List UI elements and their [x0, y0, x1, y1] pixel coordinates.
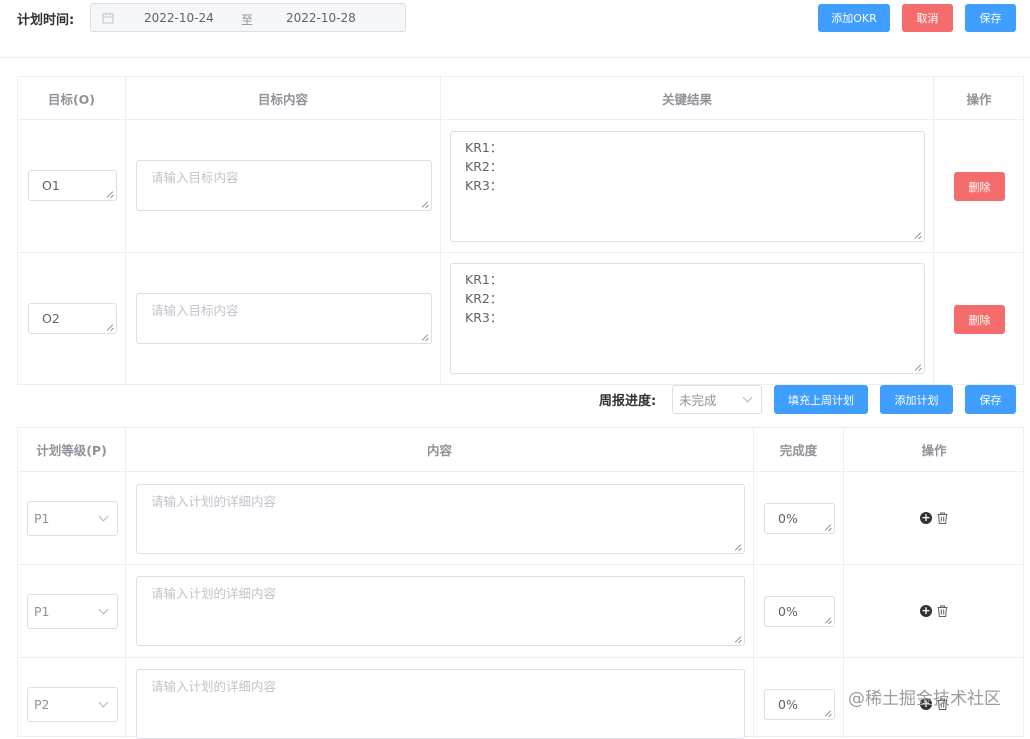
textarea-placeholder: 请输入计划的详细内容 — [151, 679, 277, 694]
resize-handle[interactable] — [108, 325, 114, 331]
okr-table: 目标(O) 目标内容 关键结果 操作 O1 请输入目标内容 KR1： KR2： … — [17, 76, 1024, 385]
plus-circle-icon[interactable]: + — [920, 512, 932, 524]
weekly-progress-label: 周报进度: — [599, 394, 657, 409]
plan-col-divider — [753, 428, 754, 738]
textarea-placeholder: 请输入目标内容 — [151, 170, 239, 185]
textarea-placeholder: 请输入计划的详细内容 — [151, 494, 277, 509]
resize-handle[interactable] — [916, 233, 922, 239]
add-plan-button[interactable]: 添加计划 — [880, 385, 953, 414]
resize-handle[interactable] — [736, 545, 742, 551]
key-results-text: KR1： KR2： KR3： — [465, 140, 503, 193]
calendar-icon — [102, 12, 114, 24]
resize-handle[interactable] — [423, 202, 429, 208]
okr-row-divider — [18, 119, 1023, 120]
key-results-text: KR1： KR2： KR3： — [465, 272, 503, 325]
okr-col-divider — [440, 77, 441, 384]
plus-circle-icon[interactable]: + — [920, 605, 932, 617]
plan-row-divider — [18, 471, 1023, 472]
plan-content-textarea[interactable]: 请输入计划的详细内容 — [136, 669, 745, 739]
plan-header-actions: 操作 — [921, 443, 947, 458]
plan-header-content: 内容 — [426, 443, 452, 458]
watermark: @稀土掘金技术社区 — [848, 689, 1001, 709]
plan-header-level: 计划等级(P) — [36, 443, 107, 458]
completion-value: 0% — [778, 511, 798, 526]
objective-value: O1 — [42, 178, 60, 193]
objective-input[interactable]: O1 — [28, 170, 117, 201]
plan-row-divider — [18, 657, 1023, 658]
plan-time-label: 计划时间: — [17, 13, 75, 28]
trash-icon[interactable] — [937, 605, 948, 617]
resize-handle[interactable] — [423, 335, 429, 341]
completion-value: 0% — [778, 604, 798, 619]
completion-input[interactable]: 0% — [764, 596, 835, 627]
plan-level-value: P2 — [34, 697, 50, 712]
textarea-placeholder: 请输入计划的详细内容 — [151, 586, 277, 601]
resize-handle[interactable] — [108, 192, 114, 198]
objective-input[interactable]: O2 — [28, 303, 117, 334]
resize-handle[interactable] — [826, 711, 832, 717]
header-divider — [0, 57, 1030, 58]
resize-handle[interactable] — [826, 525, 832, 531]
plan-level-select[interactable]: P1 — [27, 594, 118, 629]
fill-last-week-button[interactable]: 填充上周计划 — [774, 385, 868, 414]
plan-level-value: P1 — [34, 511, 50, 526]
key-results-textarea[interactable]: KR1： KR2： KR3： — [450, 263, 925, 374]
key-results-textarea[interactable]: KR1： KR2： KR3： — [450, 131, 925, 242]
plan-col-divider — [843, 428, 844, 738]
start-date[interactable]: 2022-10-24 — [144, 11, 214, 25]
resize-handle[interactable] — [736, 637, 742, 643]
textarea-placeholder: 请输入目标内容 — [151, 303, 239, 318]
chevron-down-icon — [742, 392, 753, 403]
plan-level-select[interactable]: P2 — [27, 687, 118, 722]
okr-col-divider — [125, 77, 126, 384]
okr-col-divider — [933, 77, 934, 384]
objective-content-textarea[interactable]: 请输入目标内容 — [136, 160, 432, 211]
plan-col-divider — [125, 428, 126, 738]
resize-handle[interactable] — [826, 618, 832, 624]
okr-header-objective: 目标(O) — [47, 91, 96, 107]
okr-row-divider — [18, 252, 1023, 253]
objective-content-textarea[interactable]: 请输入目标内容 — [136, 293, 432, 344]
delete-okr-button[interactable]: 删除 — [954, 305, 1005, 334]
completion-input[interactable]: 0% — [764, 503, 835, 534]
plan-header-completion: 完成度 — [779, 443, 818, 458]
completion-value: 0% — [778, 697, 798, 712]
plan-content-textarea[interactable]: 请输入计划的详细内容 — [136, 576, 745, 646]
chevron-down-icon — [98, 697, 109, 708]
date-separator: 至 — [241, 13, 254, 27]
delete-okr-button[interactable]: 删除 — [954, 172, 1005, 201]
okr-header-actions: 操作 — [966, 91, 992, 107]
end-date[interactable]: 2022-10-28 — [286, 11, 356, 25]
progress-select-value: 未完成 — [679, 393, 717, 408]
plan-level-value: P1 — [34, 604, 50, 619]
save-button[interactable]: 保存 — [965, 4, 1016, 32]
okr-header-key-results: 关键结果 — [661, 91, 712, 107]
plan-row-divider — [18, 564, 1023, 565]
plan-level-select[interactable]: P1 — [27, 501, 118, 536]
resize-handle[interactable] — [916, 365, 922, 371]
completion-input[interactable]: 0% — [764, 689, 835, 720]
chevron-down-icon — [98, 604, 109, 615]
cancel-button[interactable]: 取消 — [902, 4, 953, 32]
date-range-picker[interactable]: 2022-10-24 至 2022-10-28 — [90, 3, 406, 32]
plan-content-textarea[interactable]: 请输入计划的详细内容 — [136, 484, 745, 554]
add-okr-button[interactable]: 添加OKR — [818, 4, 890, 32]
objective-value: O2 — [42, 311, 60, 326]
trash-icon[interactable] — [937, 512, 948, 524]
chevron-down-icon — [98, 511, 109, 522]
save-plan-button[interactable]: 保存 — [965, 385, 1016, 414]
okr-header-content: 目标内容 — [257, 91, 308, 107]
progress-select[interactable]: 未完成 — [672, 385, 762, 414]
